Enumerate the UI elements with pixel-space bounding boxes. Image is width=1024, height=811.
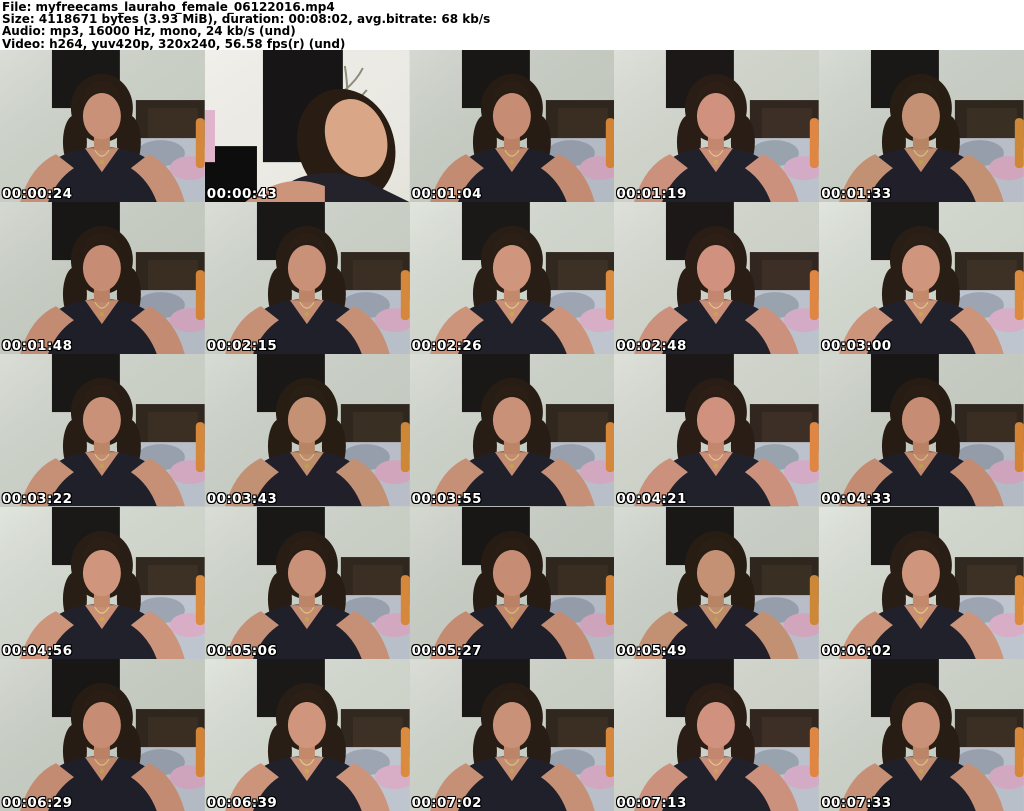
frame-placeholder-image <box>205 659 410 811</box>
frame-placeholder-image <box>410 202 615 354</box>
frame-placeholder-image <box>410 507 615 659</box>
frame-timestamp: 00:02:26 <box>411 338 482 355</box>
frame-timestamp: 00:05:49 <box>616 642 687 659</box>
frame-placeholder-image <box>0 354 205 506</box>
video-frame-thumbnail: 00:07:02 <box>409 658 615 811</box>
frame-timestamp: 00:02:15 <box>206 338 278 355</box>
frame-placeholder-image <box>410 50 615 202</box>
frame-timestamp: 00:00:24 <box>2 186 73 203</box>
frame-placeholder-image <box>205 354 410 506</box>
video-frame-thumbnail: 00:02:15 <box>204 202 410 355</box>
video-frame-thumbnail: 00:01:04 <box>409 50 615 203</box>
frame-placeholder-image <box>0 507 205 659</box>
frame-timestamp: 00:01:04 <box>411 186 482 203</box>
frame-timestamp: 00:07:02 <box>411 794 482 811</box>
frame-timestamp: 00:03:00 <box>821 338 892 355</box>
frame-placeholder-image <box>0 659 205 811</box>
frame-timestamp: 00:01:33 <box>821 186 892 203</box>
frame-placeholder-image <box>614 50 819 202</box>
video-frame-thumbnail: 00:03:22 <box>0 354 205 507</box>
frame-timestamp: 00:07:13 <box>616 794 687 811</box>
frame-placeholder-image <box>819 659 1024 811</box>
frame-timestamp: 00:06:02 <box>821 642 892 659</box>
thumbnail-grid: 00:00:24 00:00:43 00:01:04 00:01:19 00:0… <box>0 50 1024 811</box>
video-frame-thumbnail: 00:03:00 <box>819 202 1024 355</box>
frame-timestamp: 00:06:39 <box>206 794 278 811</box>
frame-placeholder-image <box>614 354 819 506</box>
video-frame-thumbnail: 00:05:06 <box>204 506 410 659</box>
video-frame-thumbnail: 00:06:29 <box>0 658 205 811</box>
frame-timestamp: 00:02:48 <box>616 338 687 355</box>
video-frame-thumbnail: 00:02:26 <box>409 202 615 355</box>
video-frame-thumbnail: 00:05:27 <box>409 506 615 659</box>
frame-timestamp: 00:05:06 <box>206 642 278 659</box>
frame-placeholder-image <box>0 50 205 202</box>
frame-timestamp: 00:01:48 <box>2 338 73 355</box>
frame-placeholder-image <box>205 202 410 354</box>
video-frame-thumbnail: 00:06:02 <box>819 506 1024 659</box>
video-frame-thumbnail: 00:07:33 <box>819 658 1024 811</box>
frame-placeholder-image <box>819 50 1024 202</box>
video-info-line: Video: h264, yuv420p, 320x240, 56.58 fps… <box>2 36 346 51</box>
video-frame-thumbnail: 00:06:39 <box>204 658 410 811</box>
frame-timestamp: 00:06:29 <box>2 794 73 811</box>
frame-placeholder-image <box>819 202 1024 354</box>
video-frame-thumbnail: 00:04:33 <box>819 354 1024 507</box>
video-frame-thumbnail: 00:01:33 <box>819 50 1024 203</box>
frame-timestamp: 00:04:21 <box>616 490 687 507</box>
frame-placeholder-image <box>614 507 819 659</box>
video-frame-thumbnail: 00:04:56 <box>0 506 205 659</box>
frame-placeholder-image <box>0 202 205 354</box>
frame-timestamp: 00:00:43 <box>206 186 278 203</box>
frame-placeholder-image <box>205 507 410 659</box>
frame-placeholder-image <box>819 354 1024 506</box>
frame-timestamp: 00:03:22 <box>2 490 73 507</box>
video-metadata-header: File: myfreecams_lauraho_female_06122016… <box>0 0 1024 50</box>
frame-timestamp: 00:03:43 <box>206 490 278 507</box>
frame-placeholder-image <box>410 659 615 811</box>
video-frame-thumbnail: 00:02:48 <box>614 202 820 355</box>
frame-timestamp: 00:07:33 <box>821 794 892 811</box>
frame-placeholder-image <box>819 507 1024 659</box>
frame-placeholder-image <box>410 354 615 506</box>
video-frame-thumbnail: 00:04:21 <box>614 354 820 507</box>
frame-placeholder-image <box>205 50 410 202</box>
frame-timestamp: 00:01:19 <box>616 186 687 203</box>
video-frame-thumbnail: 00:03:43 <box>204 354 410 507</box>
frame-timestamp: 00:04:56 <box>2 642 73 659</box>
video-contact-sheet: File: myfreecams_lauraho_female_06122016… <box>0 0 1024 811</box>
frame-placeholder-image <box>614 659 819 811</box>
audio-info-line: Audio: mp3, 16000 Hz, mono, 24 kb/s (und… <box>2 24 296 39</box>
frame-timestamp: 00:05:27 <box>411 642 482 659</box>
video-frame-thumbnail: 00:01:19 <box>614 50 820 203</box>
video-frame-thumbnail: 00:05:49 <box>614 506 820 659</box>
video-frame-thumbnail: 00:03:55 <box>409 354 615 507</box>
video-frame-thumbnail: 00:01:48 <box>0 202 205 355</box>
frame-placeholder-image <box>614 202 819 354</box>
video-frame-thumbnail: 00:07:13 <box>614 658 820 811</box>
video-frame-thumbnail: 00:00:24 <box>0 50 205 203</box>
frame-timestamp: 00:03:55 <box>411 490 482 507</box>
frame-timestamp: 00:04:33 <box>821 490 892 507</box>
video-frame-thumbnail: 00:00:43 <box>204 50 410 203</box>
